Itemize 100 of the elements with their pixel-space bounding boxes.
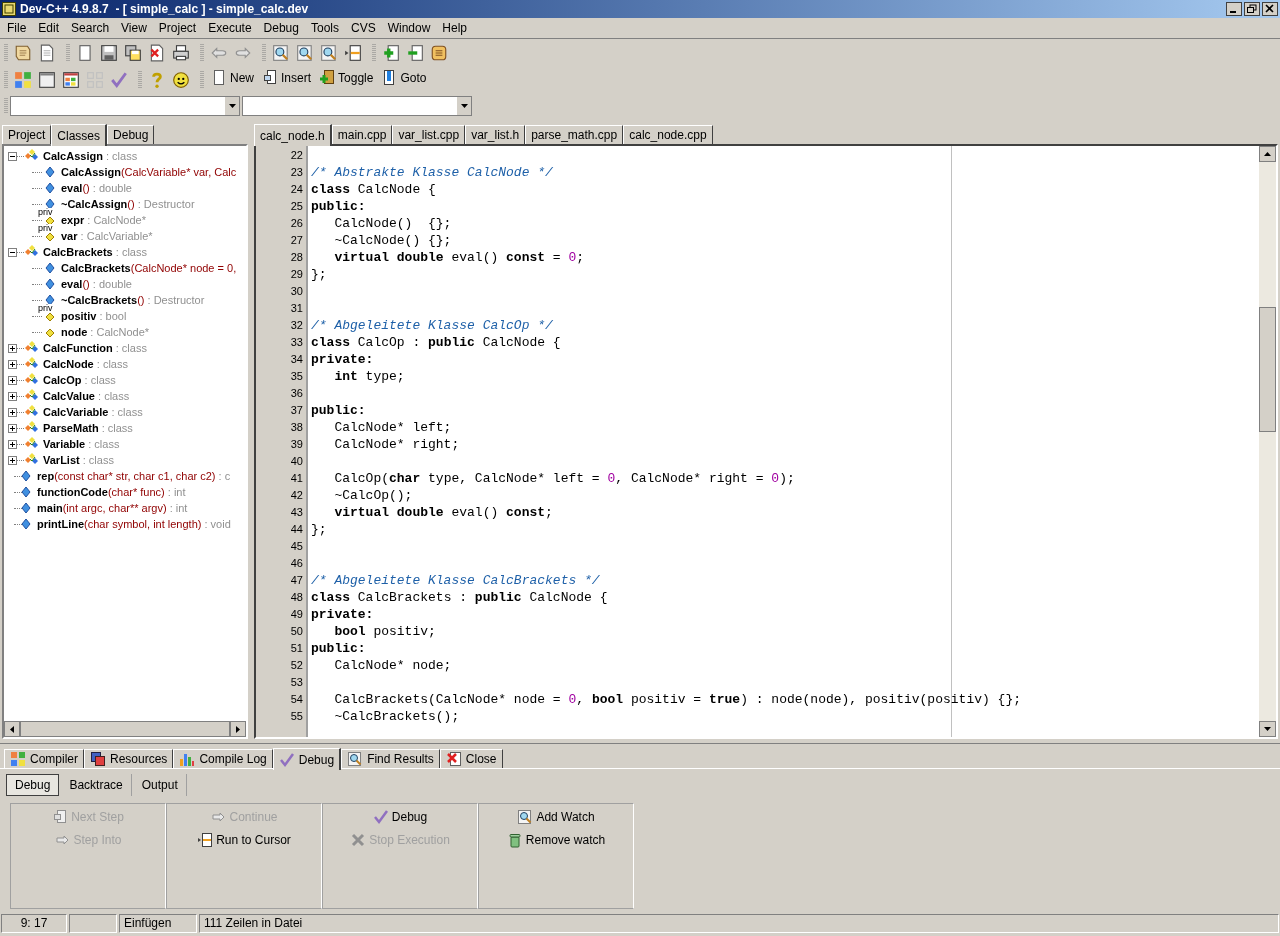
- minimize-button[interactable]: [1226, 2, 1242, 16]
- tree-item[interactable]: CalcBrackets : class: [40, 243, 147, 261]
- expand-icon[interactable]: [8, 359, 17, 369]
- tree-item[interactable]: CalcFunction : class: [40, 339, 147, 357]
- panel-tab[interactable]: Classes: [51, 124, 108, 146]
- scroll-left-icon[interactable]: [10, 725, 14, 733]
- restore-button[interactable]: [1244, 2, 1260, 16]
- menu-item[interactable]: CVS: [344, 17, 382, 39]
- new-bookmark-button[interactable]: New: [210, 68, 255, 91]
- tree-item[interactable]: CalcVariable : class: [40, 403, 143, 421]
- grip-handle[interactable]: [372, 42, 376, 63]
- tree-item[interactable]: node : CalcNode*: [58, 323, 150, 341]
- collapse-icon[interactable]: [8, 151, 17, 161]
- printer-icon[interactable]: [172, 43, 190, 62]
- file-tab[interactable]: var_list.cpp: [392, 125, 466, 144]
- menu-item[interactable]: Search: [65, 17, 116, 39]
- tree-item[interactable]: CalcOp : class: [40, 371, 116, 389]
- tree-item[interactable]: CalcValue : class: [40, 387, 130, 405]
- expand-icon[interactable]: [8, 455, 17, 465]
- menu-item[interactable]: Tools: [304, 17, 345, 39]
- tree-item[interactable]: expr : CalcNode*: [58, 211, 146, 229]
- new-file-icon[interactable]: [76, 43, 94, 62]
- debug-subtab[interactable]: Debug: [6, 774, 60, 796]
- goto-bookmark-button[interactable]: Goto: [380, 68, 428, 91]
- tree-item[interactable]: ~CalcAssign() : Destructor: [58, 195, 195, 213]
- file-tab[interactable]: parse_math.cpp: [525, 125, 624, 144]
- goto-line-icon[interactable]: [344, 43, 362, 62]
- menu-item[interactable]: Execute: [202, 17, 258, 39]
- close-button[interactable]: [1262, 2, 1278, 16]
- grip-handle[interactable]: [262, 42, 266, 63]
- member-dropdown[interactable]: [242, 95, 472, 116]
- tree-item[interactable]: Variable : class: [40, 435, 120, 453]
- panel-tab[interactable]: Debug: [107, 125, 155, 144]
- collapse-icon[interactable]: [8, 247, 17, 257]
- debug-action-button[interactable]: Run to Cursor: [197, 831, 291, 849]
- grip-handle[interactable]: [200, 69, 204, 90]
- bottom-panel-tab[interactable]: Debug: [272, 748, 342, 770]
- code-editor[interactable]: [254, 144, 1278, 739]
- expand-icon[interactable]: [8, 439, 17, 449]
- search-icon[interactable]: [272, 43, 290, 62]
- debug-subtab[interactable]: Backtrace: [61, 774, 132, 796]
- file-tab[interactable]: calc_node.cpp: [623, 125, 713, 144]
- tree-item[interactable]: CalcAssign(CalcVariable* var, Calc: [58, 163, 237, 181]
- debug-action-button[interactable]: Add Watch: [517, 808, 595, 826]
- vertical-scrollbar[interactable]: [1259, 146, 1276, 737]
- expand-icon[interactable]: [8, 391, 17, 401]
- file-tab[interactable]: var_list.h: [465, 125, 526, 144]
- bottom-panel-tab[interactable]: Compile Log: [173, 749, 273, 768]
- horizontal-scrollbar[interactable]: [4, 721, 246, 737]
- tree-item[interactable]: eval() : double: [58, 275, 132, 293]
- tree-item[interactable]: printLine(char symbol, int length) : void: [34, 515, 231, 533]
- tree-item[interactable]: eval() : double: [58, 179, 132, 197]
- bottom-panel-tab[interactable]: Close: [439, 749, 503, 768]
- add-icon[interactable]: [382, 43, 400, 62]
- menu-item[interactable]: Window: [381, 17, 437, 39]
- class-dropdown[interactable]: [10, 95, 240, 116]
- panel-tab[interactable]: Project: [2, 125, 52, 144]
- grip-handle[interactable]: [4, 96, 8, 115]
- search-icon[interactable]: [320, 43, 338, 62]
- tree-item[interactable]: main(int argc, char** argv) : int: [34, 499, 188, 517]
- tree-item[interactable]: ~CalcBrackets() : Destructor: [58, 291, 205, 309]
- bottom-panel-tab[interactable]: Compiler: [4, 749, 84, 768]
- tree-item[interactable]: var : CalcVariable*: [58, 227, 153, 245]
- menu-item[interactable]: Edit: [32, 17, 66, 39]
- grid-icon[interactable]: [14, 70, 32, 89]
- file-tab[interactable]: calc_node.h: [254, 124, 332, 146]
- tree-item[interactable]: CalcBrackets(CalcNode* node = 0,: [58, 259, 237, 277]
- tree-item[interactable]: ParseMath : class: [40, 419, 133, 437]
- bottom-panel-tab[interactable]: Find Results: [341, 749, 440, 768]
- file-tab[interactable]: main.cpp: [331, 125, 393, 144]
- menu-item[interactable]: File: [1, 17, 33, 39]
- expand-icon[interactable]: [8, 375, 17, 385]
- debug-action-button[interactable]: Debug: [372, 808, 428, 826]
- insert-bookmark-button[interactable]: Insert: [261, 68, 313, 91]
- save-all-icon[interactable]: [124, 43, 142, 62]
- menu-item[interactable]: Help: [436, 17, 474, 39]
- grip-handle[interactable]: [66, 42, 70, 63]
- grip-handle[interactable]: [138, 69, 142, 90]
- menu-item[interactable]: Debug: [257, 17, 305, 39]
- debug-action-button[interactable]: Remove watch: [506, 831, 606, 849]
- bottom-panel-tab[interactable]: Resources: [84, 749, 174, 768]
- debug-subtab[interactable]: Output: [133, 774, 187, 796]
- expand-icon[interactable]: [8, 407, 17, 417]
- expand-icon[interactable]: [8, 343, 17, 353]
- scroll-thumb[interactable]: [1259, 307, 1276, 432]
- grip-handle[interactable]: [4, 42, 8, 63]
- toggle-bookmark-button[interactable]: Toggle: [318, 68, 375, 91]
- document-icon[interactable]: [38, 43, 56, 62]
- scroll-up-icon[interactable]: [1264, 152, 1271, 156]
- scroll-right-icon[interactable]: [236, 725, 240, 733]
- menu-item[interactable]: View: [115, 17, 153, 39]
- window-icon[interactable]: [38, 70, 56, 89]
- check-icon[interactable]: [110, 70, 128, 89]
- tree-item[interactable]: VarList : class: [40, 451, 114, 469]
- remove-icon[interactable]: [406, 43, 424, 62]
- tree-item[interactable]: CalcAssign : class: [40, 147, 138, 165]
- tree-item[interactable]: rep(const char* str, char c1, char c2) : c: [34, 467, 231, 485]
- menu-item[interactable]: Project: [152, 17, 203, 39]
- smiley-icon[interactable]: [172, 70, 190, 89]
- tree-item[interactable]: CalcNode : class: [40, 355, 128, 373]
